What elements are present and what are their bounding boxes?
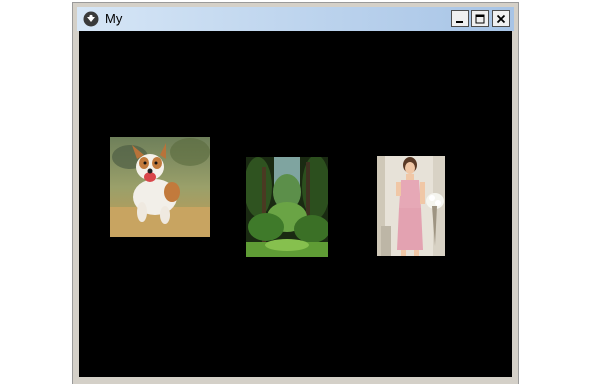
close-icon: [496, 14, 506, 23]
canvas-area: [79, 31, 512, 377]
app-icon: [83, 11, 99, 27]
window-title: My: [105, 11, 123, 26]
maximize-button[interactable]: [471, 10, 489, 27]
maximize-icon: [475, 14, 485, 23]
dog-image: [110, 137, 210, 237]
app-window: My: [72, 2, 519, 384]
close-button[interactable]: [492, 10, 510, 27]
woman-image: [377, 156, 445, 256]
title-bar[interactable]: My: [77, 7, 514, 31]
minimize-button[interactable]: [451, 10, 469, 27]
forest-image: [246, 157, 328, 257]
minimize-icon: [456, 20, 463, 23]
